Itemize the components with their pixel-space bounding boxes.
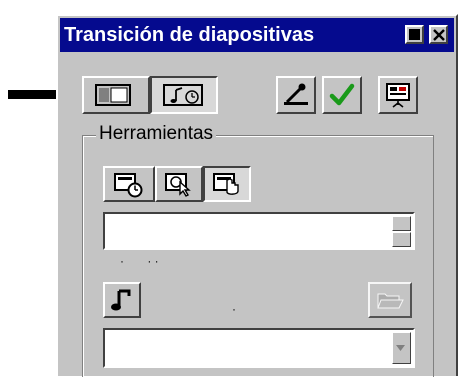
chevron-down-icon xyxy=(396,345,405,351)
mouse-click-icon xyxy=(213,173,239,195)
sound-timing-tab-icon xyxy=(163,84,203,106)
timer-button[interactable] xyxy=(103,166,155,202)
open-folder-icon xyxy=(377,293,404,309)
checkmark-icon xyxy=(329,83,355,106)
window-title: Transición de diapositivas xyxy=(64,24,315,46)
tab-sound-timing-button[interactable] xyxy=(150,76,218,114)
sound-select-dropdown-button[interactable] xyxy=(392,332,411,364)
effects-tab-icon xyxy=(95,84,131,106)
maximize-icon xyxy=(409,29,420,40)
close-icon xyxy=(433,29,445,41)
tab-effects-button[interactable] xyxy=(82,76,150,114)
music-note-icon xyxy=(111,289,131,311)
sound-select[interactable] xyxy=(103,328,415,368)
close-button[interactable] xyxy=(429,25,448,44)
sound-button[interactable] xyxy=(103,282,141,318)
microphone-icon xyxy=(284,83,308,105)
mouse-click-button[interactable] xyxy=(203,166,251,202)
timer-icon xyxy=(114,173,143,198)
apply-button[interactable] xyxy=(322,76,362,114)
time-input[interactable] xyxy=(103,212,415,250)
tools-group-label: Herramientas xyxy=(96,122,217,146)
sound-dot: · xyxy=(232,302,236,316)
divider-dots: · · · xyxy=(120,254,159,268)
time-spin-down[interactable] xyxy=(392,232,411,247)
click-time-button[interactable] xyxy=(155,166,203,202)
title-bar: Transición de diapositivas xyxy=(60,18,454,52)
click-time-icon xyxy=(165,173,191,197)
record-narration-button[interactable] xyxy=(276,76,316,114)
browse-sound-button[interactable] xyxy=(368,282,412,318)
maximize-button[interactable] xyxy=(405,25,424,44)
time-spin-up[interactable] xyxy=(392,216,411,231)
slide-show-icon xyxy=(386,83,410,108)
slide-show-button[interactable] xyxy=(378,76,418,114)
